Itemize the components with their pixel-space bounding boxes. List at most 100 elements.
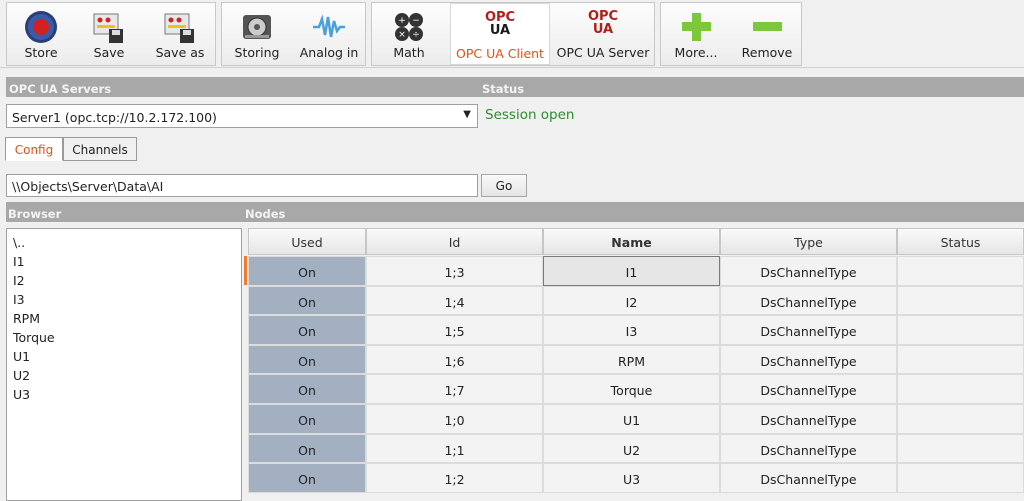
cell-id[interactable]: 1;7 <box>366 374 543 404</box>
cell-used[interactable]: On <box>248 433 366 464</box>
opc-ua-server-label: OPC UA Server <box>556 45 650 60</box>
minus-icon <box>753 22 782 31</box>
browser-item[interactable]: I2 <box>13 273 25 288</box>
column-header-status[interactable]: Status <box>897 228 1024 255</box>
browser-item[interactable]: U3 <box>13 387 30 402</box>
column-header-name[interactable]: Name <box>543 228 720 255</box>
cell-used[interactable]: On <box>248 463 366 493</box>
svg-text:+: + <box>398 16 406 26</box>
column-header-used[interactable]: Used <box>248 228 366 255</box>
cell-type[interactable]: DsChannelType <box>720 256 897 286</box>
cell-name[interactable]: U2 <box>543 433 720 464</box>
table-row[interactable]: On 1;7 Torque DsChannelType <box>248 374 1024 404</box>
acquisition-group: Storing Analog in <box>221 2 366 66</box>
more-label: More... <box>674 45 718 60</box>
cell-name[interactable]: I2 <box>543 285 720 316</box>
cell-name[interactable]: Torque <box>543 374 720 404</box>
cell-id[interactable]: 1;4 <box>366 285 543 316</box>
opc-ua-server-button[interactable]: OPC UA OPC UA Server <box>552 3 654 65</box>
browser-item[interactable]: U2 <box>13 368 30 383</box>
cell-id[interactable]: 1;5 <box>366 315 543 345</box>
cell-used[interactable]: On <box>248 344 366 375</box>
cell-type[interactable]: DsChannelType <box>720 315 897 345</box>
cell-status[interactable] <box>897 285 1024 316</box>
cell-used[interactable]: On <box>248 315 366 345</box>
cell-id[interactable]: 1;1 <box>366 433 543 464</box>
cell-used[interactable]: On <box>248 256 366 286</box>
browser-item[interactable]: Torque <box>13 330 55 345</box>
cell-name[interactable]: I1 <box>543 256 720 286</box>
browser-item[interactable]: I3 <box>13 292 25 307</box>
cell-type[interactable]: DsChannelType <box>720 374 897 404</box>
cell-status[interactable] <box>897 256 1024 286</box>
table-row[interactable]: On 1;0 U1 DsChannelType <box>248 404 1024 434</box>
store-label: Store <box>24 45 58 60</box>
save-as-button[interactable]: Save as <box>143 3 217 65</box>
opc-logo-bottom-2: UA <box>592 22 614 37</box>
cell-type[interactable]: DsChannelType <box>720 285 897 316</box>
cell-status[interactable] <box>897 315 1024 345</box>
cell-used[interactable]: On <box>248 374 366 404</box>
cell-type[interactable]: DsChannelType <box>720 433 897 464</box>
save-config-icon <box>93 13 123 43</box>
analog-in-button[interactable]: Analog in <box>292 3 366 65</box>
browser-item[interactable]: \.. <box>13 235 25 250</box>
cell-status[interactable] <box>897 374 1024 404</box>
analog-in-label: Analog in <box>299 45 359 60</box>
column-header-type[interactable]: Type <box>720 228 897 255</box>
storing-label: Storing <box>234 45 280 60</box>
cell-id[interactable]: 1;0 <box>366 404 543 434</box>
cell-name[interactable]: U3 <box>543 463 720 493</box>
current-row-marker <box>244 256 247 285</box>
record-icon <box>25 11 57 43</box>
node-path-input[interactable]: \\Objects\Server\Data\AI <box>6 174 478 197</box>
store-button[interactable]: Store <box>7 3 75 65</box>
remove-button[interactable]: Remove <box>731 3 803 65</box>
table-row[interactable]: On 1;4 I2 DsChannelType <box>248 285 1024 316</box>
cell-id[interactable]: 1;3 <box>366 256 543 286</box>
cell-status[interactable] <box>897 433 1024 464</box>
cell-name[interactable]: U1 <box>543 404 720 434</box>
browser-header-bar: Browser Nodes <box>6 202 1024 222</box>
cell-type[interactable]: DsChannelType <box>720 344 897 375</box>
file-group: Store Save Save as <box>6 2 216 66</box>
save-button[interactable]: Save <box>75 3 143 65</box>
cell-id[interactable]: 1;2 <box>366 463 543 493</box>
cell-status[interactable] <box>897 404 1024 434</box>
math-label: Math <box>393 45 425 60</box>
cell-name[interactable]: I3 <box>543 315 720 345</box>
storing-button[interactable]: Storing <box>222 3 292 65</box>
cell-name[interactable]: RPM <box>543 344 720 375</box>
table-row[interactable]: On 1;5 I3 DsChannelType <box>248 315 1024 345</box>
go-button[interactable]: Go <box>481 174 527 197</box>
browser-tree: \.. I1 I2 I3 RPM Torque U1 U2 U3 <box>6 228 242 501</box>
browser-item[interactable]: I1 <box>13 254 25 269</box>
table-row[interactable]: On 1;3 I1 DsChannelType <box>244 256 1024 286</box>
table-row[interactable]: On 1;1 U2 DsChannelType <box>248 433 1024 464</box>
more-button[interactable]: More... <box>661 3 731 65</box>
opc-logo-bottom: UA <box>489 23 511 38</box>
browser-item[interactable]: U1 <box>13 349 30 364</box>
opc-ua-client-button[interactable]: OPC UA OPC UA Client <box>450 3 550 65</box>
server-select[interactable]: Server1 (opc.tcp://10.2.172.100) ▼ <box>6 104 478 128</box>
cell-id[interactable]: 1;6 <box>366 344 543 375</box>
dropdown-arrow-icon: ▼ <box>463 109 471 120</box>
toolbar: Store Save Save as Storing Analog in + −… <box>0 0 1024 68</box>
server-select-value: Server1 (opc.tcp://10.2.172.100) <box>12 110 217 125</box>
opc-ua-client-icon: OPC UA <box>478 11 522 47</box>
browser-item[interactable]: RPM <box>13 311 40 326</box>
table-row[interactable]: On 1;6 RPM DsChannelType <box>248 344 1024 375</box>
tab-config[interactable]: Config <box>5 137 63 161</box>
table-row[interactable]: On 1;2 U3 DsChannelType <box>248 463 1024 493</box>
cell-type[interactable]: DsChannelType <box>720 404 897 434</box>
svg-text:−: − <box>412 16 420 26</box>
cell-used[interactable]: On <box>248 285 366 316</box>
tab-channels[interactable]: Channels <box>63 137 137 161</box>
cell-status[interactable] <box>897 463 1024 493</box>
math-button[interactable]: + − × ÷ Math <box>372 3 446 65</box>
column-header-id[interactable]: Id <box>366 228 543 255</box>
cell-type[interactable]: DsChannelType <box>720 463 897 493</box>
cell-used[interactable]: On <box>248 404 366 434</box>
opc-ua-client-label: OPC UA Client <box>456 46 544 61</box>
cell-status[interactable] <box>897 344 1024 375</box>
